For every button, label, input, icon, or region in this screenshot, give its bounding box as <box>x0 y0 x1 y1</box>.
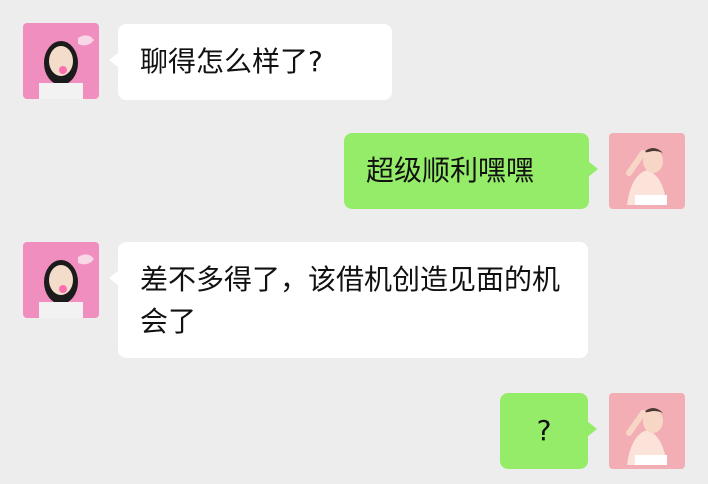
left-avatar[interactable] <box>23 23 99 99</box>
message-text-4: ? <box>536 414 552 447</box>
message-bubble-1[interactable]: 聊得怎么样了? <box>109 24 392 100</box>
message-bubble-3[interactable]: 差不多得了，该借机创造见面的机会了 <box>109 242 588 358</box>
woman-portrait-icon <box>609 393 685 469</box>
right-avatar[interactable] <box>609 133 685 209</box>
message-text-1: 聊得怎么样了? <box>140 45 323 78</box>
woman-portrait-icon <box>609 133 685 209</box>
left-avatar[interactable] <box>23 242 99 318</box>
message-text-2: 超级顺利嘿嘿 <box>366 154 535 187</box>
right-avatar[interactable] <box>609 393 685 469</box>
girl-portrait-icon <box>23 23 99 99</box>
message-text-3: 差不多得了，该借机创造见面的机会了 <box>140 263 561 338</box>
message-bubble-2[interactable]: 超级顺利嘿嘿 <box>344 133 598 209</box>
chat-area: 聊得怎么样了? 超级顺利嘿嘿 差不多得了，该借机创造见面的机会了 ? <box>0 0 708 484</box>
girl-portrait-icon <box>23 242 99 318</box>
message-bubble-4[interactable]: ? <box>500 393 597 469</box>
